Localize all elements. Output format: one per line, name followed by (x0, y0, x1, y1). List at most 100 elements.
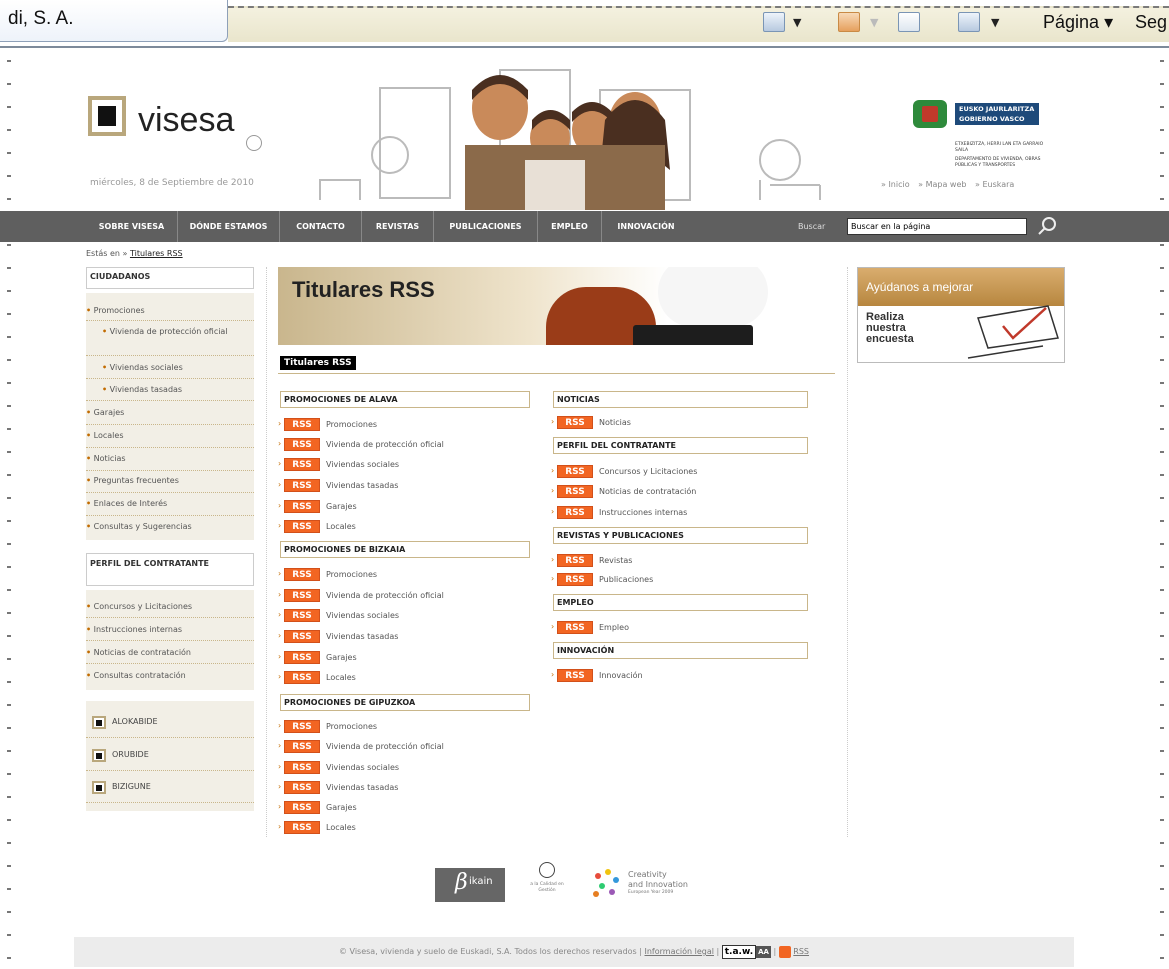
gov-line2: GOBIERNO VASCO (959, 115, 1025, 123)
link-orubide[interactable]: ORUBIDE (92, 749, 149, 762)
rss-bizkaia-promociones[interactable]: › RSS Promociones (278, 568, 377, 581)
nav-publicaciones[interactable]: PUBLICACIONES (434, 211, 538, 242)
sidebar-item-consultas[interactable]: • Consultas y Sugerencias (86, 522, 192, 531)
column-divider (847, 267, 848, 837)
group-promociones-gipuzkoa: PROMOCIONES DE GIPUZKOA (280, 694, 530, 711)
creativity-dots-icon (593, 869, 619, 897)
taw-aa-badge[interactable]: AA (756, 946, 771, 958)
tab-title: di, S. A. (8, 8, 74, 29)
rss-alava-garajes[interactable]: › RSS Garajes (278, 500, 357, 513)
safety-menu[interactable]: Seg (1135, 12, 1167, 33)
taw-badge[interactable]: t.a.w. (721, 945, 757, 959)
link-euskara[interactable]: » Euskara (975, 180, 1014, 189)
rss-gipuzkoa-sociales[interactable]: › RSS Viviendas sociales (278, 761, 399, 774)
chevron-down-icon[interactable]: ▼ (991, 16, 999, 29)
rss-gipuzkoa-promociones[interactable]: › RSS Promociones (278, 720, 377, 733)
sidebar-item-vpo[interactable]: • Vivienda de protección oficial (102, 326, 252, 338)
gov-small2: DEPARTAMENTO DE VIVIENDA, OBRAS PÚBLICAS… (955, 157, 1041, 168)
creativity-text: Creativity and Innovation European Year … (628, 870, 688, 896)
sidebar-item-noticias[interactable]: • Noticias (86, 454, 126, 463)
sidebar-item-concursos[interactable]: • Concursos y Licitaciones (86, 602, 192, 611)
sidebar-ciudadanos-title: CIUDADANOS (86, 267, 254, 289)
group-promociones-bizkaia: PROMOCIONES DE BIZKAIA (280, 541, 530, 558)
column-divider (266, 267, 267, 837)
sidebar-item-enlaces[interactable]: • Enlaces de Interés (86, 499, 167, 508)
visesa-logo-icon[interactable] (88, 96, 126, 136)
mail-icon[interactable] (898, 12, 920, 32)
sidebar-item-promociones[interactable]: • Promociones (86, 306, 145, 315)
footer-legal-link[interactable]: Información legal (645, 947, 714, 956)
footer-copyright: © Visesa, vivienda y suelo de Euskadi, S… (338, 947, 642, 956)
gobierno-vasco-logo[interactable]: EUSKO JAURLARITZA GOBIERNO VASCO ETXEBIZ… (905, 96, 1045, 176)
breadcrumb-current[interactable]: Titulares RSS (130, 249, 183, 258)
rss-bizkaia-tasadas[interactable]: › RSS Viviendas tasadas (278, 630, 398, 643)
bikain-logo[interactable]: β ikain (435, 868, 505, 902)
rss-innovacion[interactable]: › RSS Innovación (551, 669, 643, 682)
rss-alava-tasadas[interactable]: › RSS Viviendas tasadas (278, 479, 398, 492)
footer-rss-link[interactable]: RSS (793, 947, 809, 956)
print-icon[interactable] (958, 12, 980, 32)
nav-donde-estamos[interactable]: DÓNDE ESTAMOS (178, 211, 280, 242)
nav-empleo[interactable]: EMPLEO (538, 211, 602, 242)
group-promociones-alava: PROMOCIONES DE ALAVA (280, 391, 530, 408)
rss-noticias[interactable]: › RSS Noticias (551, 416, 631, 429)
calidad-logo[interactable]: a la Calidad en Gestión (522, 862, 572, 906)
page-footer: © Visesa, vivienda y suelo de Euskadi, S… (74, 937, 1074, 967)
rss-publicaciones[interactable]: › RSS Publicaciones (551, 573, 653, 586)
browser-tab[interactable]: di, S. A. (0, 0, 228, 42)
home-icon[interactable] (763, 12, 785, 32)
rss-bizkaia-sociales[interactable]: › RSS Viviendas sociales (278, 609, 399, 622)
rss-bizkaia-locales[interactable]: › RSS Locales (278, 671, 356, 684)
survey-banner[interactable]: Ayúdanos a mejorar Realiza nuestra encue… (857, 267, 1065, 363)
chevron-down-icon[interactable]: ▼ (793, 16, 801, 29)
rss-gipuzkoa-locales[interactable]: › RSS Locales (278, 821, 356, 834)
page-menu[interactable]: Página ▾ (1043, 12, 1113, 33)
sidebar-item-instrucciones[interactable]: • Instrucciones internas (86, 625, 182, 634)
banner-person (658, 267, 768, 327)
rss-alava-promociones[interactable]: › RSS Promociones (278, 418, 377, 431)
rss-noticias-contratacion[interactable]: › RSS Noticias de contratación (551, 485, 696, 498)
link-bizigune[interactable]: BIZIGUNE (92, 781, 151, 794)
sidebar-item-garajes[interactable]: • Garajes (86, 408, 124, 417)
rss-alava-vpo[interactable]: › RSS Vivienda de protección oficial (278, 438, 444, 451)
link-inicio[interactable]: » Inicio (881, 180, 910, 189)
group-noticias: NOTICIAS (553, 391, 808, 408)
rss-bizkaia-garajes[interactable]: › RSS Garajes (278, 651, 357, 664)
command-bar: ▼ ▼ ▼ Página ▾ Seg (228, 6, 1169, 42)
sidebar-item-consultas-contratacion[interactable]: • Consultas contratación (86, 671, 186, 680)
rss-instrucciones[interactable]: › RSS Instrucciones internas (551, 506, 687, 519)
group-empleo: EMPLEO (553, 594, 808, 611)
link-mapa-web[interactable]: » Mapa web (918, 180, 966, 189)
rss-bizkaia-vpo[interactable]: › RSS Vivienda de protección oficial (278, 589, 444, 602)
sidebar-item-locales[interactable]: • Locales (86, 431, 124, 440)
sidebar-item-viviendas-tasadas[interactable]: • Viviendas tasadas (102, 385, 182, 394)
survey-text-line: encuesta (866, 333, 914, 345)
rss-alava-sociales[interactable]: › RSS Viviendas sociales (278, 458, 399, 471)
nav-revistas[interactable]: REVISTAS (362, 211, 434, 242)
creativity-line3: European Year 2009 (628, 890, 674, 895)
search-input[interactable] (847, 218, 1027, 235)
chevron-down-icon[interactable]: ▼ (870, 16, 878, 29)
circle-decoration-icon (246, 135, 262, 151)
rss-revistas[interactable]: › RSS Revistas (551, 554, 632, 567)
calidad-circle-icon (539, 862, 555, 878)
rss-gipuzkoa-garajes[interactable]: › RSS Garajes (278, 801, 357, 814)
sidebar-item-preguntas[interactable]: • Preguntas frecuentes (86, 476, 179, 485)
nav-innovacion[interactable]: INNOVACIÓN (602, 211, 690, 242)
search-icon[interactable] (1036, 215, 1058, 237)
rss-concursos[interactable]: › RSS Concursos y Licitaciones (551, 465, 697, 478)
rss-empleo[interactable]: › RSS Empleo (551, 621, 629, 634)
nav-sobre-visesa[interactable]: SOBRE VISESA (86, 211, 178, 242)
page-menu-label: Página (1043, 12, 1100, 32)
nav-contacto[interactable]: CONTACTO (280, 211, 362, 242)
rss-gipuzkoa-tasadas[interactable]: › RSS Viviendas tasadas (278, 781, 398, 794)
sidebar-item-viviendas-sociales[interactable]: • Viviendas sociales (102, 363, 183, 372)
rss-icon[interactable] (778, 945, 791, 958)
sidebar-item-noticias-contratacion[interactable]: • Noticias de contratación (86, 648, 191, 657)
feeds-icon[interactable] (838, 12, 860, 32)
link-alokabide[interactable]: ALOKABIDE (92, 716, 158, 729)
creativity-logo[interactable]: Creativity and Innovation European Year … (590, 868, 730, 904)
visesa-logo-text[interactable]: visesa (138, 101, 234, 140)
rss-alava-locales[interactable]: › RSS Locales (278, 520, 356, 533)
rss-gipuzkoa-vpo[interactable]: › RSS Vivienda de protección oficial (278, 740, 444, 753)
